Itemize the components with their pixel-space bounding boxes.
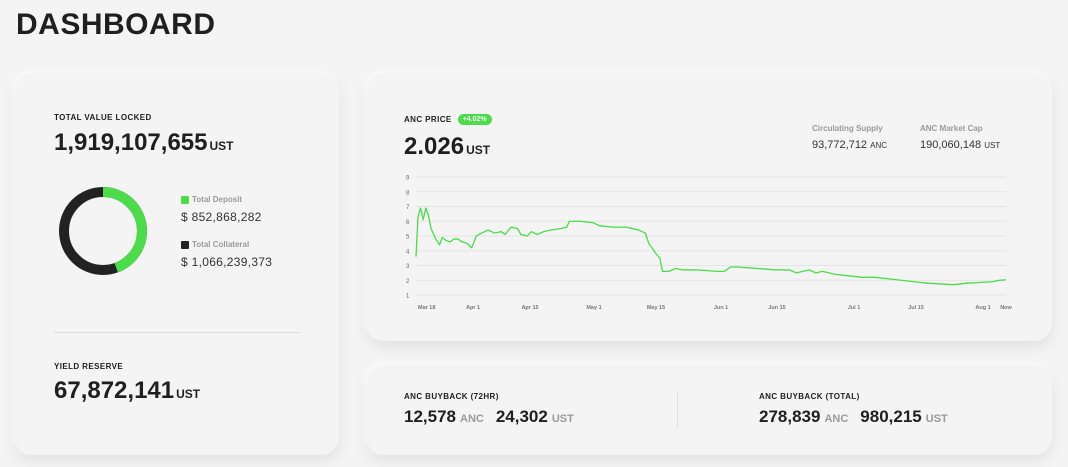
- collateral-value: $ 1,066,239,373: [181, 255, 273, 269]
- buyback-total-anc-unit: ANC: [824, 413, 849, 425]
- deposit-swatch: [181, 195, 189, 204]
- tvl-card: TOTAL VALUE LOCKED 1,919,107,655 UST Tota…: [14, 73, 339, 455]
- buyback-total-ust: 980,215: [860, 407, 922, 426]
- x-tick-label: Now: [1000, 305, 1012, 311]
- tvl-value: 1,919,107,655: [54, 129, 208, 156]
- buyback-72hr-anc-unit: ANC: [460, 413, 484, 425]
- buyback-total-label: ANC BUYBACK (TOTAL): [759, 392, 860, 401]
- yield-reserve-unit: UST: [176, 387, 201, 401]
- legend-collateral: Total Collateral $ 1,066,239,373: [181, 240, 272, 269]
- x-tick-label: Jun 15: [768, 305, 785, 311]
- buyback-72hr-anc: 12,578: [404, 407, 456, 426]
- page-title: DASHBOARD: [16, 8, 216, 41]
- x-tick-label: May 15: [647, 305, 665, 311]
- x-tick-label: May 1: [586, 305, 601, 311]
- y-tick-label: 2: [406, 279, 410, 285]
- x-tick-label: Jul 15: [908, 305, 924, 311]
- y-tick-label: 1: [406, 294, 410, 300]
- buyback-total-anc: 278,839: [759, 407, 821, 426]
- buyback-divider: [677, 392, 678, 428]
- price-line: [415, 207, 1007, 286]
- divider: [54, 332, 300, 333]
- y-tick-label: 3: [406, 264, 410, 270]
- x-tick-label: Apr 15: [521, 305, 538, 311]
- y-tick-label: 8: [406, 190, 410, 196]
- y-tick-label: 7: [406, 205, 410, 211]
- tvl-donut-chart: [59, 187, 147, 275]
- buyback-72hr-ust-unit: UST: [551, 413, 574, 425]
- buyback-total: ANC BUYBACK (TOTAL) 278,839 ANC 980,215 US…: [759, 392, 960, 427]
- y-tick-label: 6: [406, 220, 410, 226]
- deposit-label: Total Deposit: [192, 195, 243, 204]
- y-tick-label: 5: [406, 235, 410, 241]
- tvl-unit: UST: [209, 139, 234, 153]
- x-tick-label: Jul 1: [848, 305, 861, 311]
- y-tick-label: 9: [406, 176, 410, 182]
- yield-reserve-value: 67,872,141: [54, 377, 175, 404]
- collateral-swatch: [181, 240, 189, 249]
- yield-reserve-value-row: 67,872,141 UST: [54, 377, 200, 405]
- anc-price-card: ANC PRICE +4.02% 2.026 UST Circulating Su…: [366, 73, 1052, 341]
- buyback-72hr-label: ANC BUYBACK (72HR): [404, 392, 499, 401]
- anc-price-chart[interactable]: 1 2 3 4 5 6 7 8 9 Mar 18 Apr 1 Apr 15 May 1 May 15 Jun…: [366, 73, 1052, 341]
- x-tick-label: Aug 1: [975, 305, 990, 311]
- buyback-total-ust-unit: UST: [925, 413, 948, 425]
- collateral-label: Total Collateral: [192, 240, 250, 249]
- x-tick-label: Apr 1: [466, 305, 480, 311]
- yield-reserve-label: YIELD RESERVE: [54, 362, 124, 371]
- anc-buyback-card: ANC BUYBACK (72HR) 12,578 ANC 24,302 UST A…: [366, 365, 1052, 455]
- deposit-value: $ 852,868,282: [181, 210, 262, 224]
- legend-deposit: Total Deposit $ 852,868,282: [181, 195, 262, 224]
- buyback-72hr-ust: 24,302: [495, 407, 548, 426]
- tvl-value-row: 1,919,107,655 UST: [54, 129, 233, 157]
- tvl-label: TOTAL VALUE LOCKED: [54, 113, 152, 122]
- x-tick-label: Jun 1: [714, 305, 728, 311]
- y-tick-label: 4: [406, 249, 410, 255]
- x-tick-label: Mar 18: [418, 305, 435, 311]
- buyback-72hr: ANC BUYBACK (72HR) 12,578 ANC 24,302 UST: [404, 392, 586, 427]
